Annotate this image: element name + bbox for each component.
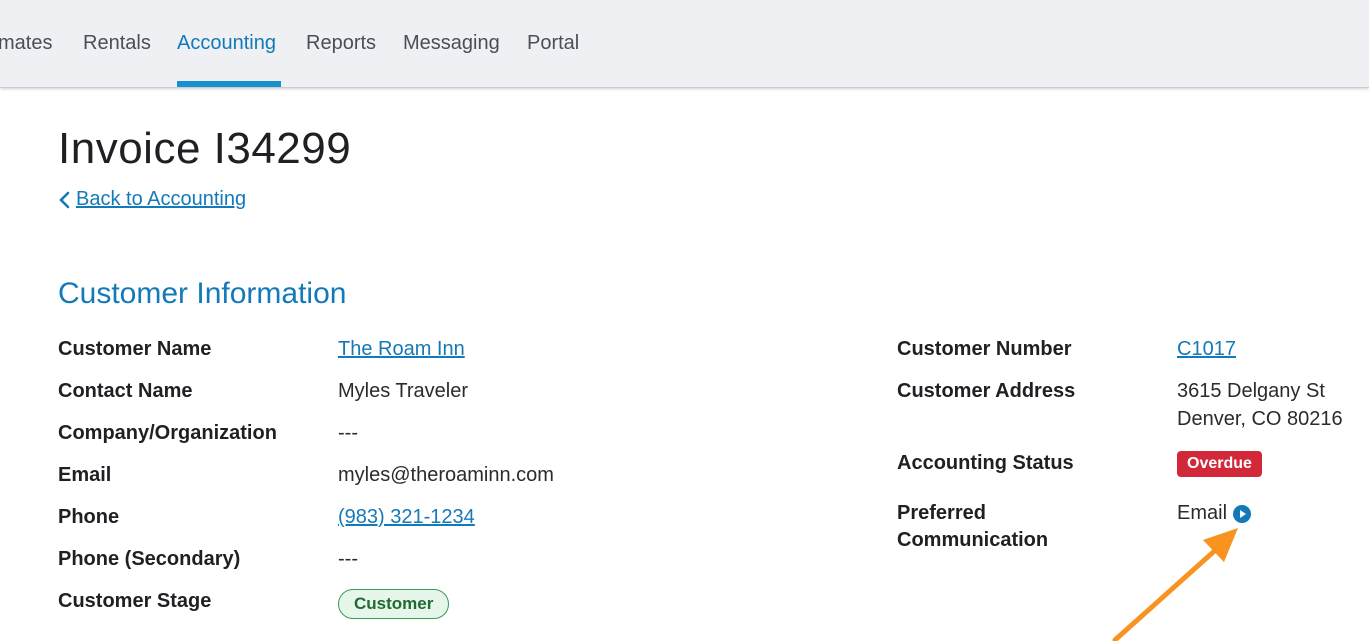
- nav-item-rentals[interactable]: Rentals: [83, 0, 151, 88]
- back-to-accounting-link[interactable]: Back to Accounting: [58, 188, 246, 211]
- company-value: ---: [338, 422, 358, 444]
- status-badge: Overdue: [1177, 451, 1262, 477]
- page-title: Invoice I34299: [58, 124, 352, 173]
- back-link-label: Back to Accounting: [76, 188, 247, 210]
- nav-item-messaging[interactable]: Messaging: [403, 0, 500, 88]
- customer-stage-label: Customer Stage: [58, 590, 212, 612]
- annotation-arrow-icon: [1112, 528, 1238, 641]
- contact-name-label: Contact Name: [58, 380, 193, 402]
- phone-secondary-label: Phone (Secondary): [58, 548, 241, 570]
- nav-item-portal[interactable]: Portal: [527, 0, 579, 88]
- customer-address-label: Customer Address: [897, 380, 1076, 402]
- nav-item-reports[interactable]: Reports: [306, 0, 376, 88]
- customer-address-line2: Denver, CO 80216: [1177, 408, 1343, 430]
- preferred-communication-label-line1: Preferred: [897, 502, 986, 524]
- email-value: myles@theroaminn.com: [338, 464, 554, 486]
- accounting-status-label: Accounting Status: [897, 452, 1074, 474]
- section-title: Customer Information: [58, 277, 347, 310]
- phone-secondary-value: ---: [338, 548, 358, 570]
- phone-link[interactable]: (983) 321-1234: [338, 506, 475, 529]
- customer-address-line1: 3615 Delgany St: [1177, 380, 1325, 402]
- contact-name-value: Myles Traveler: [338, 380, 469, 402]
- customer-name-link[interactable]: The Roam Inn: [338, 338, 465, 361]
- nav-item-estimates[interactable]: mates: [0, 0, 52, 88]
- customer-name-label: Customer Name: [58, 338, 212, 360]
- customer-stage-badge: Customer: [338, 589, 450, 619]
- company-label: Company/Organization: [58, 422, 277, 444]
- customer-number-link[interactable]: C1017: [1177, 338, 1236, 361]
- customer-number-label: Customer Number: [897, 338, 1072, 360]
- phone-label: Phone: [58, 506, 120, 528]
- top-navigation: mates Rentals Accounting Reports Messagi…: [0, 0, 1369, 88]
- nav-item-accounting[interactable]: Accounting: [177, 0, 276, 88]
- email-label: Email: [58, 464, 112, 486]
- active-tab-indicator: [177, 81, 281, 87]
- chevron-left-icon: [59, 191, 70, 208]
- preferred-communication-label-line2: Communication: [897, 529, 1049, 551]
